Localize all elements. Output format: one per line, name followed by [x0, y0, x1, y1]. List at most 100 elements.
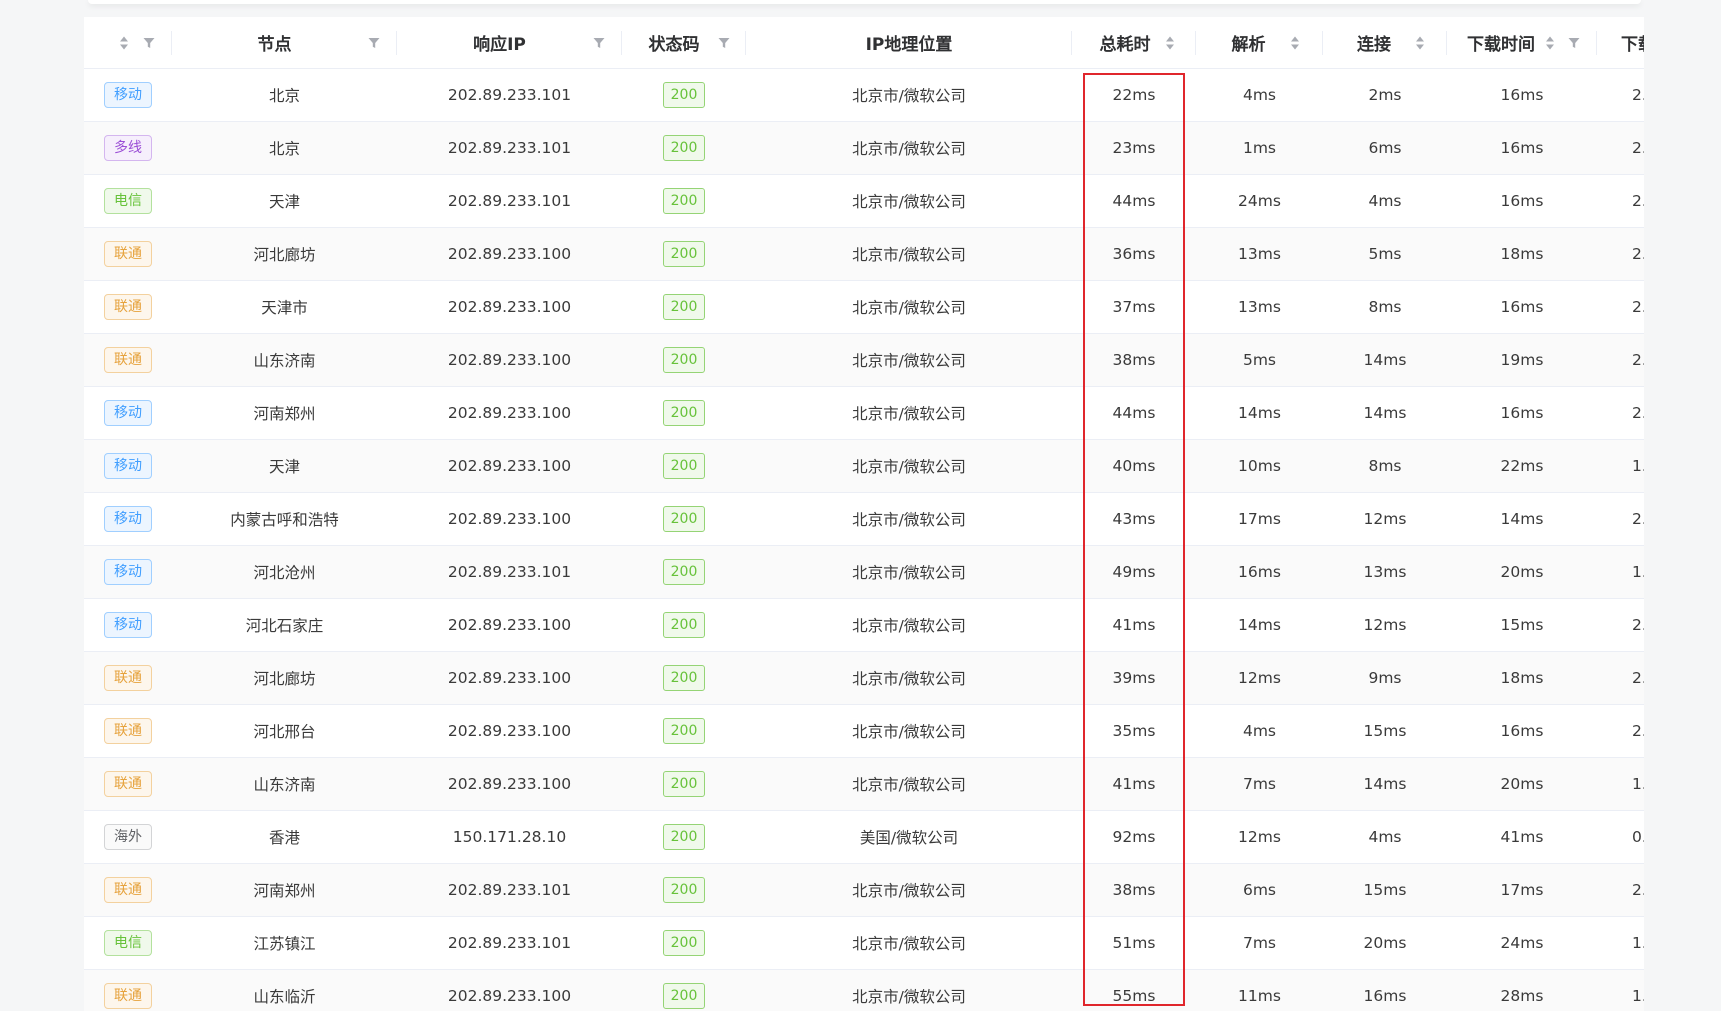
isp-tag: 多线 [104, 135, 152, 161]
status-cell: 200 [622, 69, 746, 122]
geo-cell: 北京市/微软公司 [746, 758, 1072, 811]
results-table-container[interactable]: 节点 响应IP 状态码 IP地理位置 总耗时 解析 连接 下载时间 下 移动 北… [84, 17, 1644, 1011]
ip-cell: 202.89.233.100 [397, 652, 622, 705]
filter-icon[interactable] [368, 37, 380, 49]
connect-time-cell: 20ms [1323, 917, 1447, 970]
table-row: 联通 河南郑州 202.89.233.101 200 北京市/微软公司 38ms 6ms 15… [84, 864, 1644, 917]
geo-cell: 北京市/微软公司 [746, 652, 1072, 705]
filter-icon[interactable] [718, 37, 730, 49]
node-cell: 河北石家庄 [172, 599, 397, 652]
download-speed-cell: 2.2 [1597, 228, 1644, 281]
status-cell: 200 [622, 440, 746, 493]
col-header-connect[interactable]: 连接 [1323, 17, 1447, 69]
dns-time-cell: 11ms [1196, 970, 1323, 1011]
isp-tag: 联通 [104, 241, 152, 267]
table-row: 移动 河北石家庄 202.89.233.100 200 北京市/微软公司 41ms 14ms… [84, 599, 1644, 652]
download-time-cell: 16ms [1447, 122, 1597, 175]
isp-cell: 联通 [84, 705, 172, 758]
table-row: 移动 内蒙古呼和浩特 202.89.233.100 200 北京市/微软公司 43ms 17… [84, 493, 1644, 546]
download-speed-cell: 2.8 [1597, 493, 1644, 546]
isp-tag: 联通 [104, 347, 152, 373]
status-badge: 200 [662, 718, 706, 744]
connect-time-cell: 4ms [1323, 175, 1447, 228]
ip-cell: 202.89.233.100 [397, 493, 622, 546]
ip-cell: 202.89.233.100 [397, 440, 622, 493]
ip-cell: 202.89.233.101 [397, 122, 622, 175]
col-header-status: 状态码 [622, 17, 746, 69]
isp-cell: 联通 [84, 864, 172, 917]
connect-time-cell: 15ms [1323, 705, 1447, 758]
connect-time-cell: 5ms [1323, 228, 1447, 281]
geo-cell: 北京市/微软公司 [746, 440, 1072, 493]
col-header-label: IP地理位置 [865, 35, 953, 55]
geo-cell: 北京市/微软公司 [746, 917, 1072, 970]
sort-icon[interactable] [1165, 35, 1175, 51]
isp-cell: 移动 [84, 69, 172, 122]
isp-cell: 海外 [84, 811, 172, 864]
table-row: 联通 河北邢台 202.89.233.100 200 北京市/微软公司 35ms 4ms 15… [84, 705, 1644, 758]
total-time-cell: 49ms [1072, 546, 1196, 599]
node-cell: 河南郑州 [172, 864, 397, 917]
filter-icon[interactable] [1568, 37, 1580, 49]
download-time-cell: 16ms [1447, 281, 1597, 334]
node-cell: 河北廊坊 [172, 228, 397, 281]
connect-time-cell: 12ms [1323, 493, 1447, 546]
sort-icon[interactable] [1290, 35, 1300, 51]
status-badge: 200 [662, 824, 706, 850]
isp-tag: 联通 [104, 771, 152, 797]
dns-time-cell: 6ms [1196, 864, 1323, 917]
status-badge: 200 [662, 82, 706, 108]
download-speed-cell: 2.2 [1597, 652, 1644, 705]
node-cell: 山东临沂 [172, 970, 397, 1011]
node-cell: 江苏镇江 [172, 917, 397, 970]
col-header-label: 连接 [1357, 35, 1391, 55]
connect-time-cell: 15ms [1323, 864, 1447, 917]
node-cell: 天津 [172, 440, 397, 493]
dns-time-cell: 14ms [1196, 387, 1323, 440]
isp-cell: 联通 [84, 758, 172, 811]
col-header-total[interactable]: 总耗时 [1072, 17, 1196, 69]
sort-icon[interactable] [1415, 35, 1425, 51]
download-time-cell: 41ms [1447, 811, 1597, 864]
isp-tag: 移动 [104, 559, 152, 585]
col-header-dns[interactable]: 解析 [1196, 17, 1323, 69]
download-speed-cell: 2.4 [1597, 122, 1644, 175]
total-time-cell: 36ms [1072, 228, 1196, 281]
ip-cell: 202.89.233.101 [397, 546, 622, 599]
connect-time-cell: 14ms [1323, 387, 1447, 440]
top-card-edge [88, 0, 1641, 4]
download-speed-cell: 2.4 [1597, 175, 1644, 228]
sort-icon[interactable] [1545, 35, 1555, 51]
node-cell: 河南郑州 [172, 387, 397, 440]
filter-icon[interactable] [593, 37, 605, 49]
dns-time-cell: 10ms [1196, 440, 1323, 493]
col-header-download-time[interactable]: 下载时间 [1447, 17, 1597, 69]
connect-time-cell: 13ms [1323, 546, 1447, 599]
status-badge: 200 [662, 665, 706, 691]
dns-time-cell: 1ms [1196, 122, 1323, 175]
download-time-cell: 20ms [1447, 546, 1597, 599]
isp-cell: 联通 [84, 970, 172, 1011]
status-badge: 200 [662, 983, 706, 1009]
status-cell: 200 [622, 811, 746, 864]
ip-cell: 202.89.233.100 [397, 334, 622, 387]
dns-time-cell: 5ms [1196, 334, 1323, 387]
ip-cell: 202.89.233.100 [397, 758, 622, 811]
connect-time-cell: 12ms [1323, 599, 1447, 652]
status-badge: 200 [662, 559, 706, 585]
node-cell: 香港 [172, 811, 397, 864]
total-time-cell: 55ms [1072, 970, 1196, 1011]
table-header: 节点 响应IP 状态码 IP地理位置 总耗时 解析 连接 下载时间 下 [84, 17, 1644, 69]
col-header-label: 响应IP [473, 35, 526, 55]
sort-icon[interactable] [119, 35, 129, 51]
ip-cell: 202.89.233.101 [397, 69, 622, 122]
download-time-cell: 16ms [1447, 69, 1597, 122]
download-speed-cell: 2.4 [1597, 387, 1644, 440]
status-cell: 200 [622, 917, 746, 970]
col-header-label: 节点 [257, 35, 292, 55]
isp-cell: 电信 [84, 175, 172, 228]
filter-icon[interactable] [143, 37, 155, 49]
dns-time-cell: 12ms [1196, 811, 1323, 864]
status-cell: 200 [622, 281, 746, 334]
node-cell: 天津市 [172, 281, 397, 334]
